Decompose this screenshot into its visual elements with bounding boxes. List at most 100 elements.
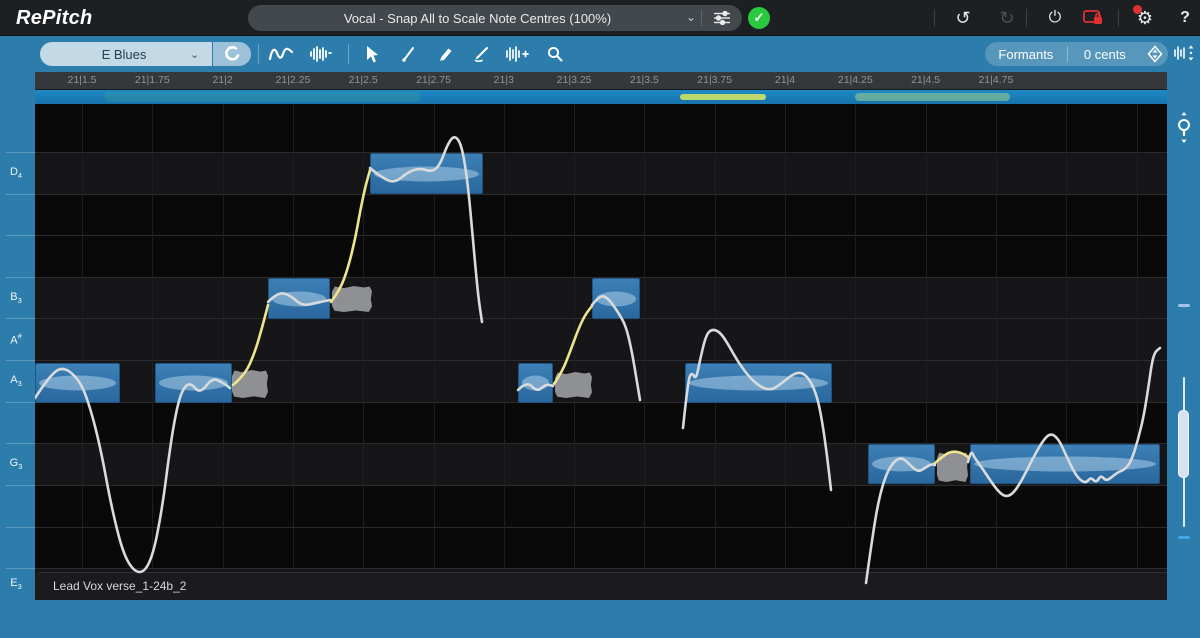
pitch-curve-segment[interactable] [35,369,230,572]
line-icon [473,45,491,63]
pointer-icon [364,45,380,64]
waveform-view-button[interactable] [308,42,334,66]
pitch-curve-segment[interactable] [518,384,553,390]
pitch-label-e3: E3 [0,577,32,591]
lane-divider [6,443,35,444]
formants-control: Formants 0 cents [985,42,1168,66]
timeline-ruler[interactable]: 21|1.521|1.7521|221|2.2521|2.521|2.7521|… [35,72,1167,90]
lane-divider [6,568,35,569]
diamond-stepper-icon [1147,45,1163,63]
divider [258,44,259,64]
vertical-zoom-button[interactable] [1171,110,1197,146]
overview-note-segment [680,94,766,100]
swoosh-icon [224,46,240,62]
lane-divider [6,318,35,319]
pen-tool-button[interactable] [396,42,422,66]
pitch-curve-segment[interactable] [592,296,640,400]
pitch-curve-segment[interactable] [968,348,1160,496]
pitch-curves-layer[interactable] [35,104,1167,600]
undo-button[interactable]: ↺ [950,5,976,31]
pitch-curve-segment[interactable] [268,293,330,305]
preset-settings-button[interactable] [702,5,742,31]
ruler-tick-label: 21|4.25 [838,74,873,86]
help-button[interactable]: ? [1172,5,1198,31]
formant-zoom-button[interactable] [1172,41,1198,65]
redo-button[interactable]: ↻ [994,5,1020,31]
pitch-curve-segment[interactable] [866,459,935,583]
magnifier-vzoom-icon [1175,111,1193,145]
pitch-curve-segment[interactable] [370,137,482,322]
scroll-marker [1178,304,1190,307]
lane-divider [6,152,35,153]
cents-stepper[interactable] [1142,45,1168,63]
pitch-curve-view-button[interactable] [268,42,294,66]
ruler-tick-label: 21|1.5 [67,74,96,86]
ruler-tick-label: 21|4 [775,74,795,86]
pitch-editor-grid[interactable]: Lead Vox verse_1-24b_2 [35,104,1167,600]
status-check-icon: ✓ [748,7,770,29]
edit-toolbar: E Blues ⌄ [0,37,1200,72]
pitch-curve-segment[interactable] [683,330,831,490]
timeline-scrollbar[interactable] [35,90,1167,104]
zoom-tool-button[interactable] [542,42,568,66]
transition-curve-segment[interactable] [233,305,268,385]
ruler-tick-label: 21|2 [212,74,232,86]
formants-button[interactable]: Formants [985,47,1067,62]
ruler-tick-label: 21|4.5 [911,74,940,86]
top-bar: RePitch Vocal - Snap All to Scale Note C… [0,0,1200,36]
repitch-plugin-window: RePitch Vocal - Snap All to Scale Note C… [0,0,1200,638]
pitch-label-a#3: A# [0,332,32,347]
pointer-tool-button[interactable] [359,42,385,66]
pitch-label-gutter: D4 B3 A# A3 G3 E3 [0,104,35,600]
waveform-icon [309,45,333,63]
monitor-lock-icon [1082,9,1104,27]
warp-tool-button[interactable] [504,42,530,66]
divider [348,44,349,64]
lane-divider [6,235,35,236]
scale-dropdown-label: E Blues [40,47,190,62]
ruler-tick-label: 21|2.5 [349,74,378,86]
divider [1026,9,1027,27]
lane-divider [6,360,35,361]
pitch-label-a3: A3 [0,374,32,388]
cents-value[interactable]: 0 cents [1068,47,1142,62]
ruler-tick-label: 21|3.75 [697,74,732,86]
notification-dot [1133,5,1142,14]
waveform-vzoom-icon [1173,44,1197,62]
license-lock-button[interactable] [1080,5,1106,31]
pencil-tool-button[interactable] [433,42,459,66]
pen-icon [400,45,418,63]
preset-dropdown[interactable]: Vocal - Snap All to Scale Note Centres (… [248,5,742,31]
ruler-tick-label: 21|3.5 [630,74,659,86]
transition-curve-segment[interactable] [554,306,592,384]
pencil-icon [437,45,455,63]
ruler-tick-label: 21|2.25 [275,74,310,86]
vertical-scrollbar-thumb[interactable] [1178,410,1189,478]
lane-divider [6,527,35,528]
chevron-down-icon: ⌄ [681,10,701,24]
transition-curve-segment[interactable] [331,170,370,302]
pitch-label-g3: G3 [0,457,32,471]
pitch-label-b3: B3 [0,290,32,304]
lane-divider [6,194,35,195]
waveform-plus-icon [505,45,529,63]
ruler-tick-label: 21|2.75 [416,74,451,86]
magnifier-icon [546,45,564,63]
power-button[interactable]: ⏻ [1042,5,1068,31]
scale-dropdown[interactable]: E Blues ⌄ [40,42,212,66]
preset-dropdown-label: Vocal - Snap All to Scale Note Centres (… [248,11,681,26]
scale-control: E Blues ⌄ [40,42,251,66]
right-panel [1167,104,1200,600]
snap-guide-button[interactable] [213,42,251,66]
lane-divider [6,277,35,278]
pitch-label-d4: D4 [0,166,32,180]
lane-divider [6,402,35,403]
settings-button[interactable]: ⚙ [1132,5,1158,31]
sliders-icon [713,11,731,25]
divider [934,9,935,27]
chevron-down-icon: ⌄ [190,48,212,61]
transition-curve-segment[interactable] [934,452,968,464]
pitch-wave-icon [269,45,293,63]
line-tool-button[interactable] [469,42,495,66]
ruler-tick-label: 21|3 [494,74,514,86]
